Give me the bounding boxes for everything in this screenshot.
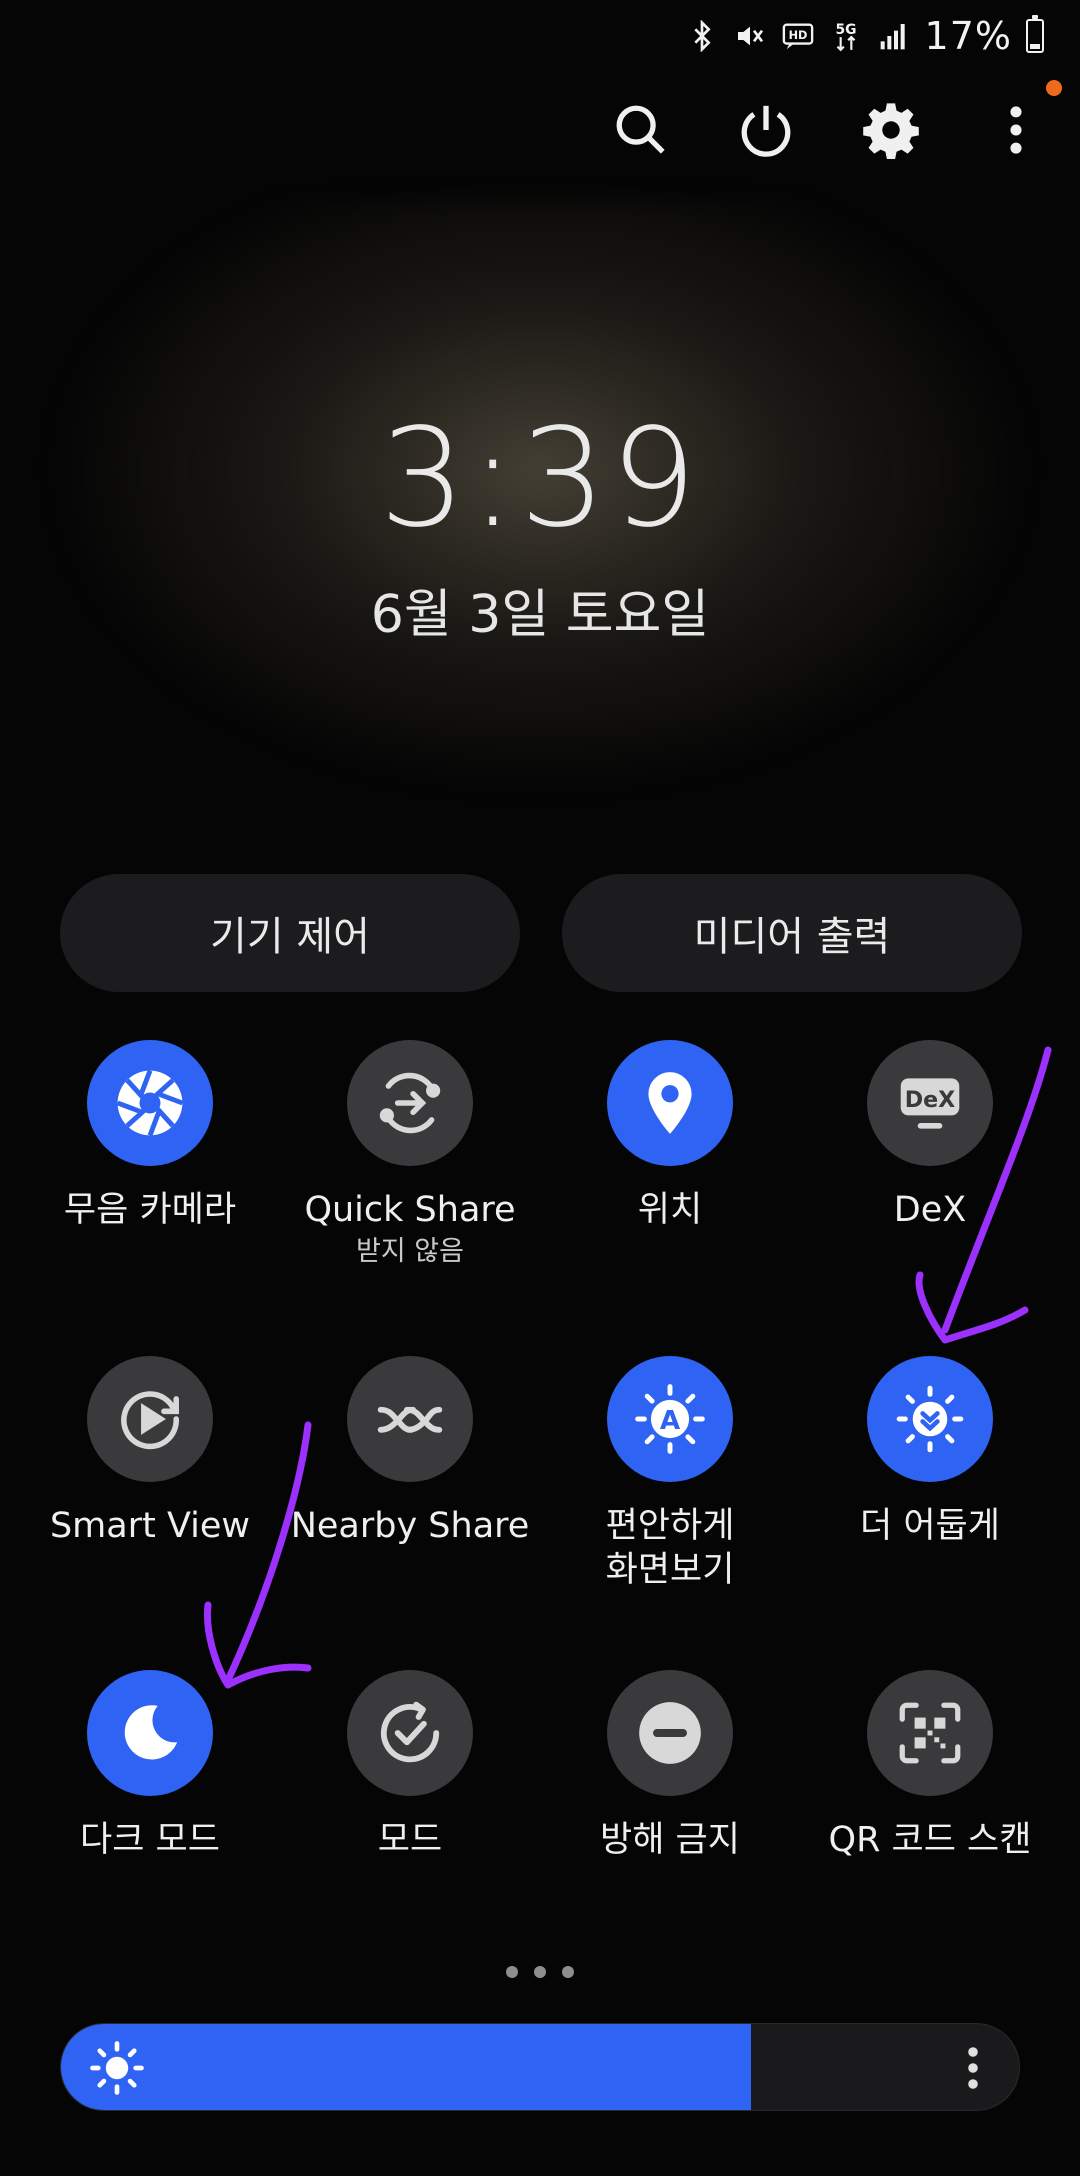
signal-icon [877, 19, 911, 53]
more-vert-icon [1010, 106, 1022, 154]
quick-setting-tile[interactable]: 다크 모드 [20, 1670, 280, 1862]
svg-text:A: A [660, 1406, 681, 1436]
do-not-disturb-icon[interactable] [607, 1670, 733, 1796]
tile-label: 무음 카메라 [63, 1190, 237, 1230]
tile-label: DeX [893, 1190, 967, 1230]
media-output-button[interactable]: 미디어 출력 [562, 874, 1022, 992]
tile-label: Smart View [49, 1506, 251, 1546]
device-control-button[interactable]: 기기 제어 [60, 874, 520, 992]
notification-dot [1046, 80, 1062, 96]
clock-date: 6월 3일 토요일 [370, 585, 710, 645]
tile-label: Nearby Share [290, 1506, 530, 1546]
tile-label: Quick Share [304, 1190, 516, 1230]
bluetooth-icon [685, 19, 719, 53]
mute-icon [733, 19, 767, 53]
power-button[interactable] [726, 90, 806, 170]
modes-icon[interactable] [347, 1670, 473, 1796]
quick-setting-tile[interactable]: Nearby Share [280, 1356, 540, 1548]
battery-fill [1030, 44, 1040, 49]
quick-share-icon[interactable] [347, 1040, 473, 1166]
page-dot [534, 1966, 546, 1978]
5g-icon: 5G [829, 19, 863, 53]
brightness-slider[interactable] [60, 2023, 1020, 2111]
tile-sublabel: 받지 않음 [356, 1236, 464, 1267]
page-dot [506, 1966, 518, 1978]
tile-label: 방해 금지 [600, 1820, 740, 1860]
page-indicator[interactable] [0, 1966, 1080, 1978]
network-type-text: 5G [835, 22, 856, 38]
search-icon [616, 105, 665, 154]
svg-text:DeX: DeX [905, 1087, 956, 1113]
quick-setting-tile[interactable]: 더 어둡게 [800, 1356, 1060, 1548]
gear-icon [863, 103, 919, 159]
sun-icon [90, 2041, 144, 2095]
tile-label: 편안하게 화면보기 [605, 1506, 735, 1590]
hd-voice-icon: HD [781, 19, 815, 53]
moon-icon[interactable] [87, 1670, 213, 1796]
tile-label: 모드 [377, 1820, 443, 1860]
dex-icon[interactable]: DeX [867, 1040, 993, 1166]
brightness-level [61, 2024, 751, 2110]
page-dot [562, 1966, 574, 1978]
battery-percent: 17% [924, 14, 1012, 58]
eye-comfort-icon[interactable]: A [607, 1356, 733, 1482]
qr-scan-icon[interactable] [867, 1670, 993, 1796]
search-button[interactable] [601, 90, 681, 170]
power-icon [741, 105, 791, 157]
smart-view-icon[interactable] [87, 1356, 213, 1482]
clock-time: 3:39 [379, 400, 701, 558]
tile-label: 위치 [637, 1190, 703, 1230]
quick-panel-actions [601, 80, 1062, 170]
quick-setting-tile[interactable]: DeX DeX [800, 1040, 1060, 1232]
tile-label: QR 코드 스캔 [828, 1820, 1032, 1860]
quick-setting-tile[interactable]: 위치 [540, 1040, 800, 1232]
camera-shutter-icon[interactable] [87, 1040, 213, 1166]
quick-setting-tile[interactable]: 방해 금지 [540, 1670, 800, 1862]
quick-setting-tile[interactable]: A 편안하게 화면보기 [540, 1356, 800, 1592]
quick-setting-tile[interactable]: Quick Share 받지 않음 [280, 1040, 540, 1270]
nearby-share-icon[interactable] [347, 1356, 473, 1482]
quick-setting-tile[interactable]: Smart View [20, 1356, 280, 1548]
tile-label: 더 어둡게 [860, 1506, 1000, 1546]
status-bar: HD 5G 17% [685, 14, 1044, 58]
brightness-more-icon[interactable] [965, 2044, 981, 2092]
extra-dim-icon[interactable] [867, 1356, 993, 1482]
hd-text: HD [788, 29, 807, 42]
quick-setting-tile[interactable]: 무음 카메라 [20, 1040, 280, 1232]
quick-setting-tile[interactable]: 모드 [280, 1670, 540, 1862]
settings-button[interactable] [851, 90, 931, 170]
more-options-button[interactable] [976, 80, 1062, 170]
annotation-arrow-head [915, 1271, 1029, 1344]
tile-label: 다크 모드 [80, 1820, 220, 1860]
battery-icon [1026, 15, 1044, 53]
quick-setting-tile[interactable]: QR 코드 스캔 [800, 1670, 1060, 1862]
location-pin-icon[interactable] [607, 1040, 733, 1166]
